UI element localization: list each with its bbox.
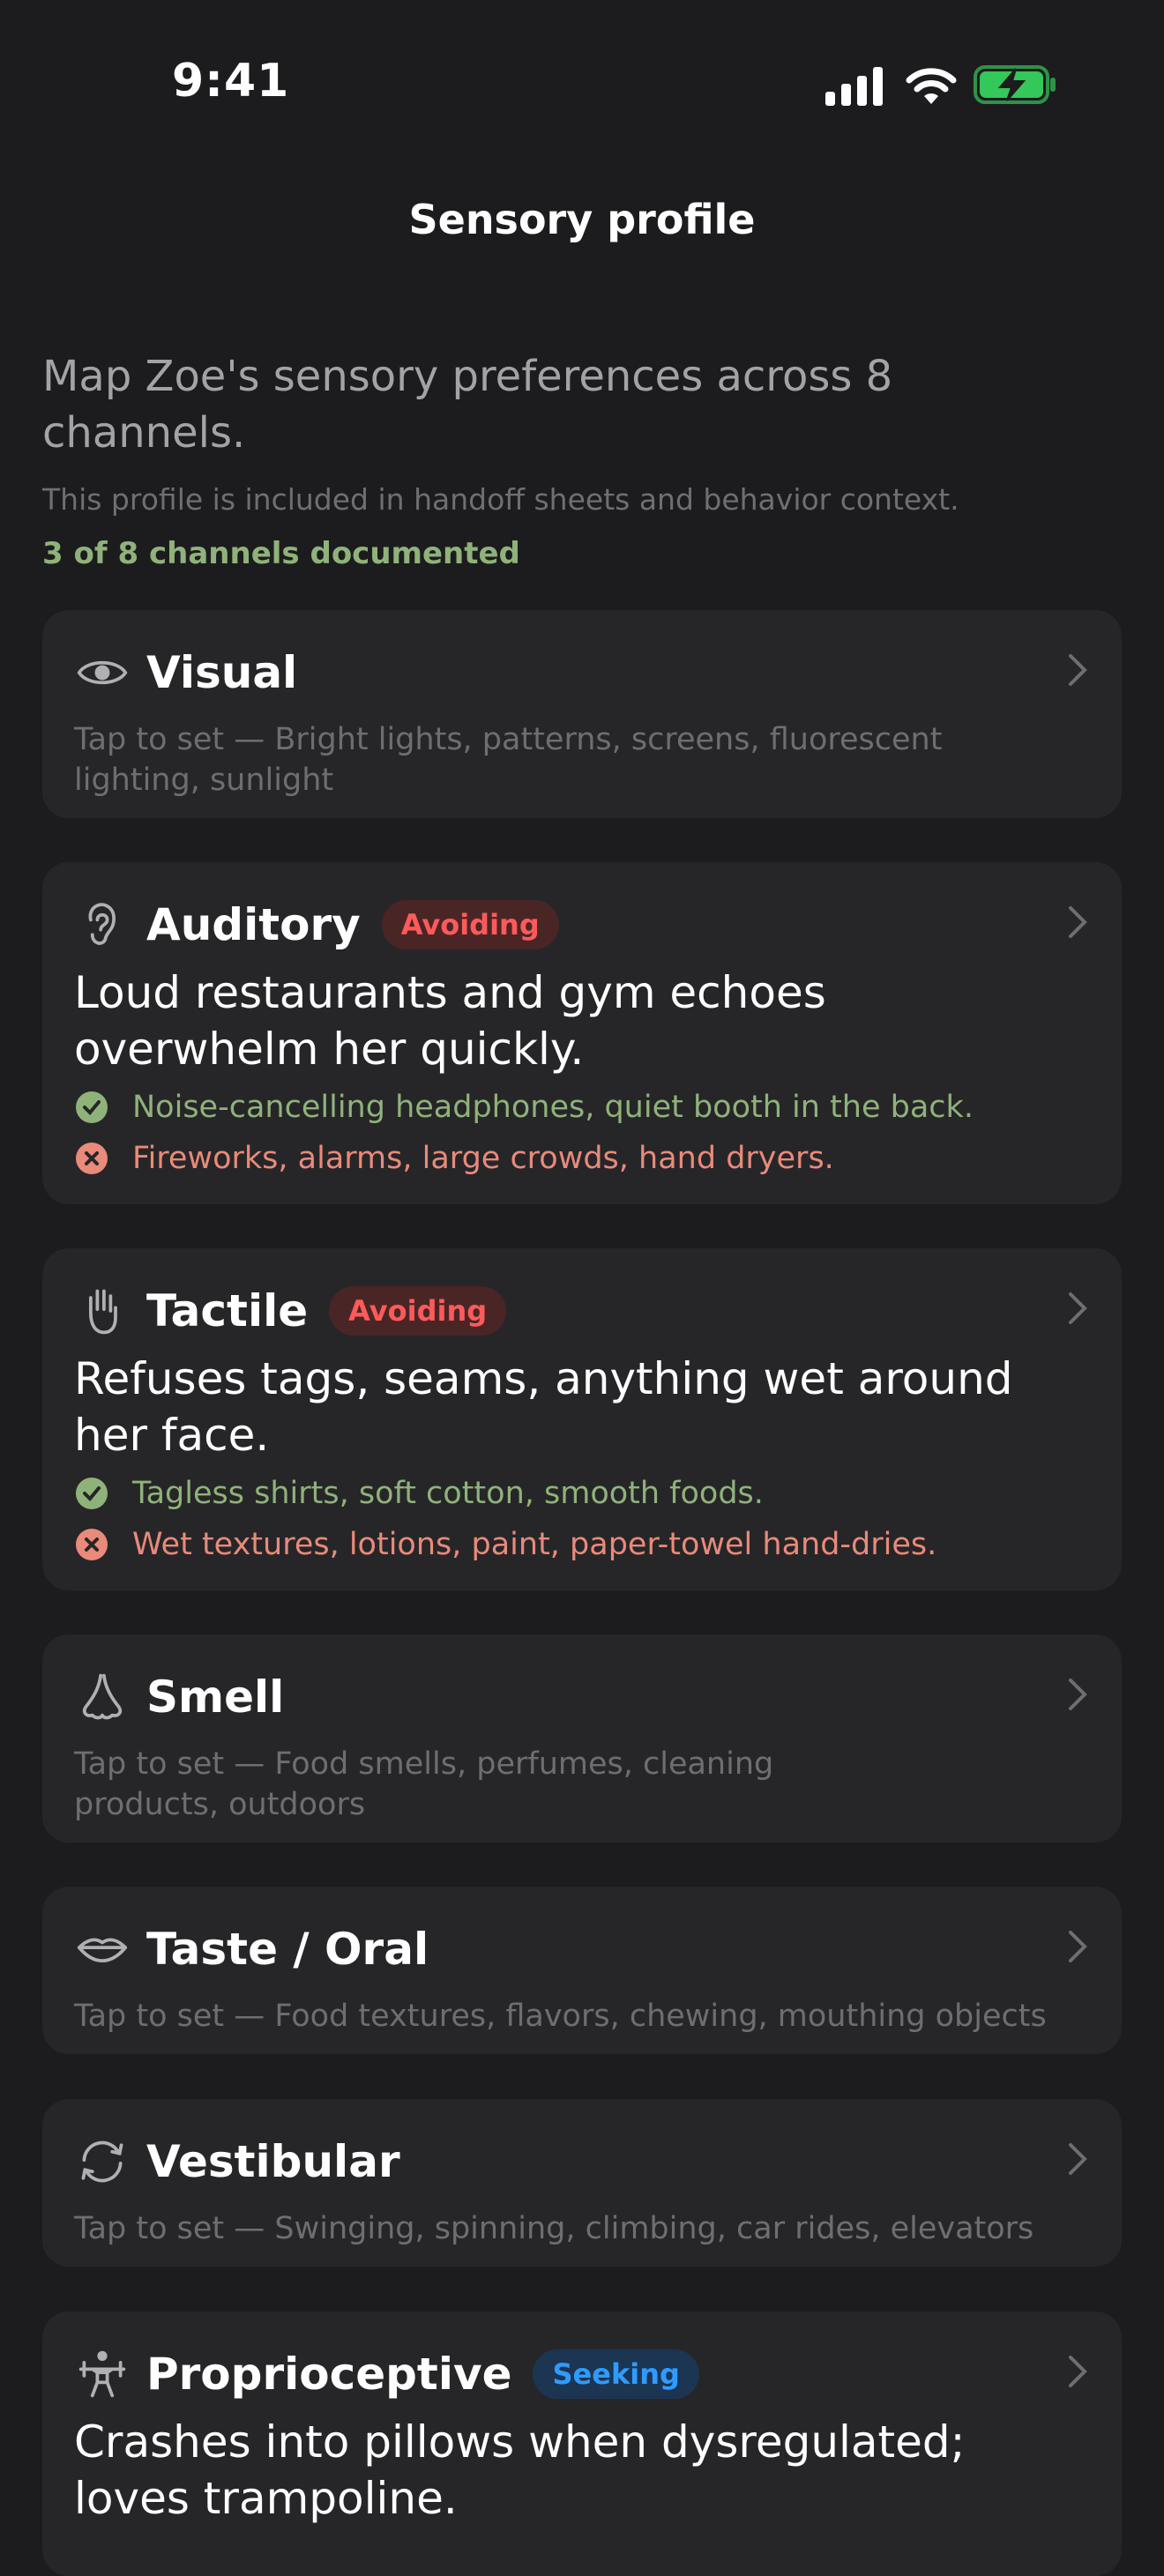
channel-hint: Tap to set — Food textures, flavors, che… [74, 1999, 1047, 2034]
page-title: Sensory profile [408, 196, 756, 243]
cellular-signal-icon [825, 67, 883, 106]
x-circle-icon [76, 1143, 108, 1174]
hand-icon [74, 1283, 131, 1339]
channel-card-vestibular[interactable]: Vestibular Tap to set — Swinging, spinni… [42, 2099, 1122, 2267]
chevron-right-icon [1069, 2356, 1087, 2387]
eye-icon [74, 644, 131, 701]
channel-title: Tactile [146, 1285, 309, 1336]
channel-title: Smell [146, 1671, 285, 1723]
nose-icon [74, 1669, 131, 1725]
wifi-icon [906, 68, 957, 104]
check-circle-icon [76, 1478, 108, 1509]
channel-card-visual[interactable]: Visual Tap to set — Bright lights, patte… [42, 610, 1122, 818]
status-bar: 9:41 [0, 0, 1164, 168]
chevron-right-icon [1069, 1931, 1087, 1962]
chevron-right-icon [1069, 1679, 1087, 1710]
dislikes-row: Fireworks, alarms, large crowds, hand dr… [74, 1137, 1090, 1180]
channel-card-proprioceptive[interactable]: Proprioceptive Seeking Crashes into pill… [42, 2312, 1122, 2576]
likes-text: Noise-cancelling headphones, quiet booth… [132, 1090, 974, 1125]
channel-card-auditory[interactable]: Auditory Avoiding Loud restaurants and g… [42, 862, 1122, 1204]
dislikes-text: Fireworks, alarms, large crowds, hand dr… [132, 1141, 834, 1176]
channel-description: Loud restaurants and gym echoes overwhel… [74, 967, 826, 1075]
rotate-icon [74, 2133, 131, 2190]
intro-subtitle: This profile is included in handoff shee… [42, 482, 959, 517]
weightlifter-icon [74, 2346, 131, 2402]
likes-row: Noise-cancelling headphones, quiet booth… [74, 1086, 1090, 1128]
channel-title: Visual [146, 647, 298, 698]
channel-hint: Tap to set — Bright lights, patterns, sc… [74, 722, 943, 798]
channel-description: Crashes into pillows when dysregulated; … [74, 2416, 966, 2524]
status-badge: Seeking [533, 2349, 699, 2399]
check-circle-icon [76, 1091, 108, 1123]
channel-card-taste-oral[interactable]: Taste / Oral Tap to set — Food textures,… [42, 1887, 1122, 2054]
likes-text: Tagless shirts, soft cotton, smooth food… [132, 1476, 764, 1511]
intro-section: Map Zoe's sensory preferences across 8 c… [42, 348, 1101, 571]
channel-title: Auditory [146, 899, 361, 950]
documented-count: 3 of 8 channels documented [42, 536, 520, 571]
likes-row: Tagless shirts, soft cotton, smooth food… [74, 1472, 1090, 1515]
chevron-right-icon [1069, 906, 1087, 938]
channel-title: Vestibular [146, 2136, 400, 2187]
status-time: 9:41 [172, 55, 290, 108]
chevron-right-icon [1069, 1292, 1087, 1324]
channel-title: Proprioceptive [146, 2349, 512, 2400]
battery-charging-icon [974, 65, 1056, 104]
ear-icon [74, 897, 131, 953]
channel-title: Taste / Oral [146, 1924, 429, 1975]
x-circle-icon [76, 1529, 108, 1560]
channel-card-tactile[interactable]: Tactile Avoiding Refuses tags, seams, an… [42, 1248, 1122, 1590]
channel-hint: Tap to set — Food smells, perfumes, clea… [74, 1746, 774, 1822]
chevron-right-icon [1069, 654, 1087, 686]
intro-headline: Map Zoe's sensory preferences across 8 c… [42, 352, 893, 458]
dislikes-row: Wet textures, lotions, paint, paper-towe… [74, 1523, 1090, 1566]
chevron-right-icon [1069, 2143, 1087, 2175]
channel-card-smell[interactable]: Smell Tap to set — Food smells, perfumes… [42, 1634, 1122, 1843]
status-badge: Avoiding [381, 900, 559, 949]
channel-description: Refuses tags, seams, anything wet around… [74, 1353, 1013, 1461]
status-badge: Avoiding [329, 1286, 507, 1336]
channel-hint: Tap to set — Swinging, spinning, climbin… [74, 2211, 1034, 2246]
dislikes-text: Wet textures, lotions, paint, paper-towe… [132, 1527, 937, 1562]
lips-icon [74, 1921, 131, 1977]
